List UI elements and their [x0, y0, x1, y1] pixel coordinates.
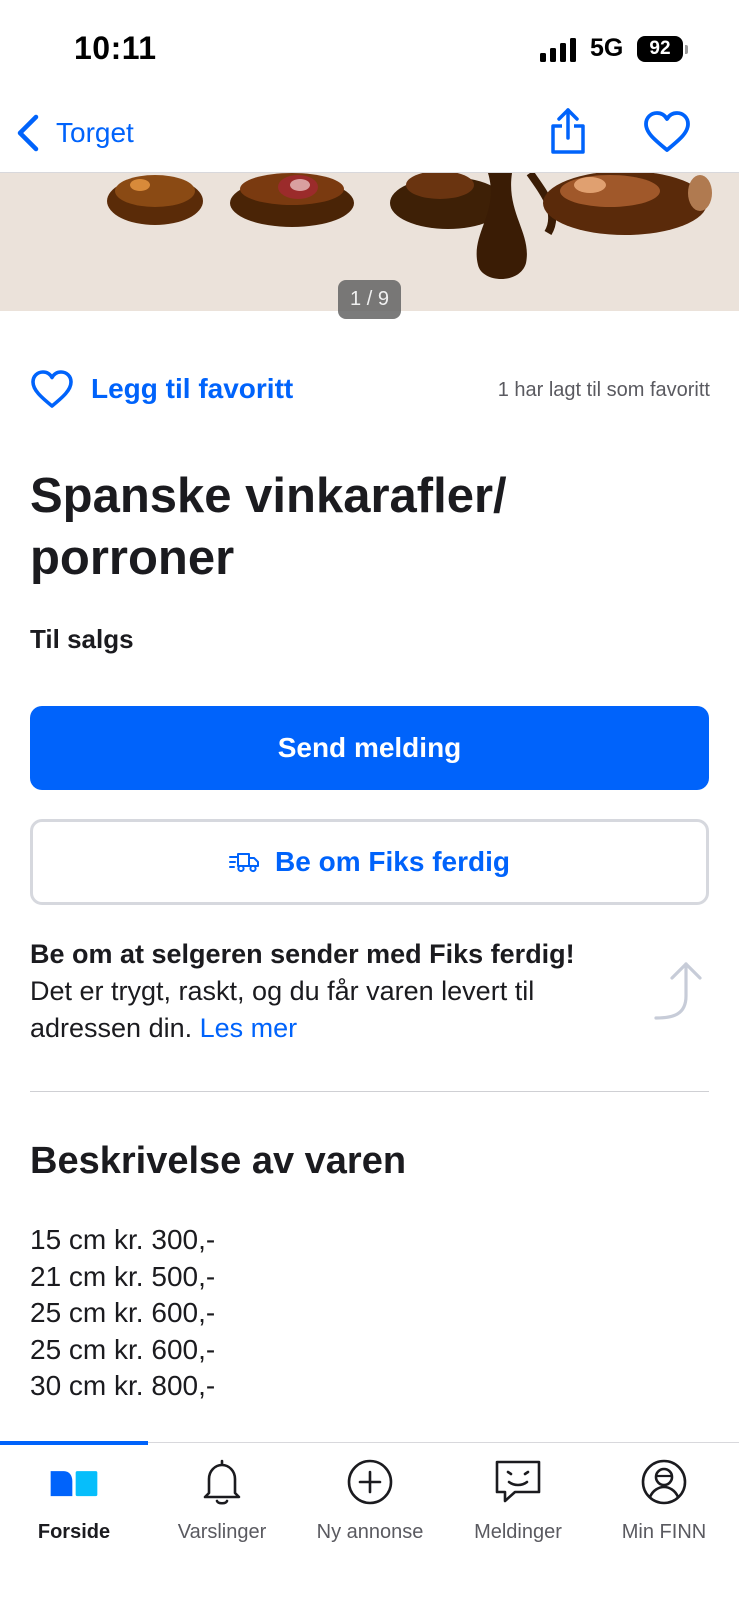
- tab-ny-annonse[interactable]: Ny annonse: [296, 1443, 444, 1553]
- plus-circle-icon: [347, 1459, 393, 1505]
- battery-level: 92: [637, 36, 683, 62]
- tab-meldinger[interactable]: Meldinger: [444, 1443, 592, 1553]
- status-bar: 10:11 5G 92: [0, 0, 739, 100]
- nav-bar: Torget: [0, 100, 739, 173]
- tab-varslinger[interactable]: Varslinger: [148, 1443, 296, 1553]
- favorite-row: Legg til favoritt 1 har lagt til som fav…: [30, 365, 710, 415]
- read-more-link[interactable]: Les mer: [200, 1013, 298, 1043]
- tab-label: Varslinger: [177, 1521, 267, 1543]
- description-line: 21 cm kr. 500,-: [30, 1260, 216, 1292]
- tab-min-finn[interactable]: Min FINN: [590, 1443, 738, 1553]
- heart-outline-icon[interactable]: [30, 369, 74, 409]
- home-icon: [50, 1471, 98, 1497]
- chat-icon: [495, 1460, 541, 1503]
- description-line: 25 cm kr. 600,-: [30, 1333, 216, 1365]
- bell-icon: [203, 1459, 241, 1505]
- back-label: Torget: [56, 117, 134, 148]
- status-time: 10:11: [74, 30, 157, 66]
- chevron-left-icon: [17, 114, 39, 152]
- favorite-count: 1 har lagt til som favoritt: [497, 379, 710, 401]
- battery-icon: 92: [637, 36, 688, 62]
- profile-icon: [641, 1459, 687, 1505]
- fiks-info: Be om at selgeren sender med Fiks ferdig…: [30, 936, 640, 1047]
- tab-bar: Forside Varslinger Ny annonse Meldinger …: [0, 1441, 739, 1600]
- listing-title: Spanske vinkarafler/ porroner: [30, 469, 507, 585]
- network-label: 5G: [590, 34, 624, 62]
- image-counter: 1 / 9: [338, 280, 401, 319]
- tab-label: Forside: [37, 1521, 111, 1543]
- fiks-info-heading: Be om at selgeren sender med Fiks ferdig…: [30, 939, 575, 969]
- divider: [30, 1091, 709, 1092]
- back-button[interactable]: Torget: [14, 110, 134, 156]
- description-title: Beskrivelse av varen: [30, 1140, 407, 1182]
- description-line: 25 cm kr. 600,-: [30, 1297, 216, 1328]
- delivery-truck-icon: [229, 853, 260, 873]
- heart-icon[interactable]: [643, 110, 691, 154]
- sale-status: Til salgs: [30, 624, 134, 654]
- fiks-ferdig-label: Be om Fiks ferdig: [275, 846, 510, 877]
- tab-forside[interactable]: Forside: [0, 1443, 148, 1553]
- add-favorite-button[interactable]: Legg til favoritt: [91, 373, 293, 405]
- description-line: 30 cm kr. 800,-: [30, 1370, 216, 1401]
- tab-label: Meldinger: [474, 1521, 562, 1543]
- arrow-up-icon: [654, 962, 702, 1020]
- description-list: 15 cm kr. 300,- 21 cm kr. 500,- 25 cm kr…: [30, 1222, 215, 1405]
- signal-icon: [540, 38, 576, 62]
- fiks-ferdig-button[interactable]: Be om Fiks ferdig: [30, 819, 709, 905]
- tab-label: Min FINN: [621, 1521, 707, 1543]
- share-icon[interactable]: [548, 106, 588, 156]
- send-message-button[interactable]: Send melding: [30, 706, 709, 790]
- description-line: 15 cm kr. 300,-: [30, 1224, 216, 1255]
- tab-label: Ny annonse: [316, 1521, 424, 1543]
